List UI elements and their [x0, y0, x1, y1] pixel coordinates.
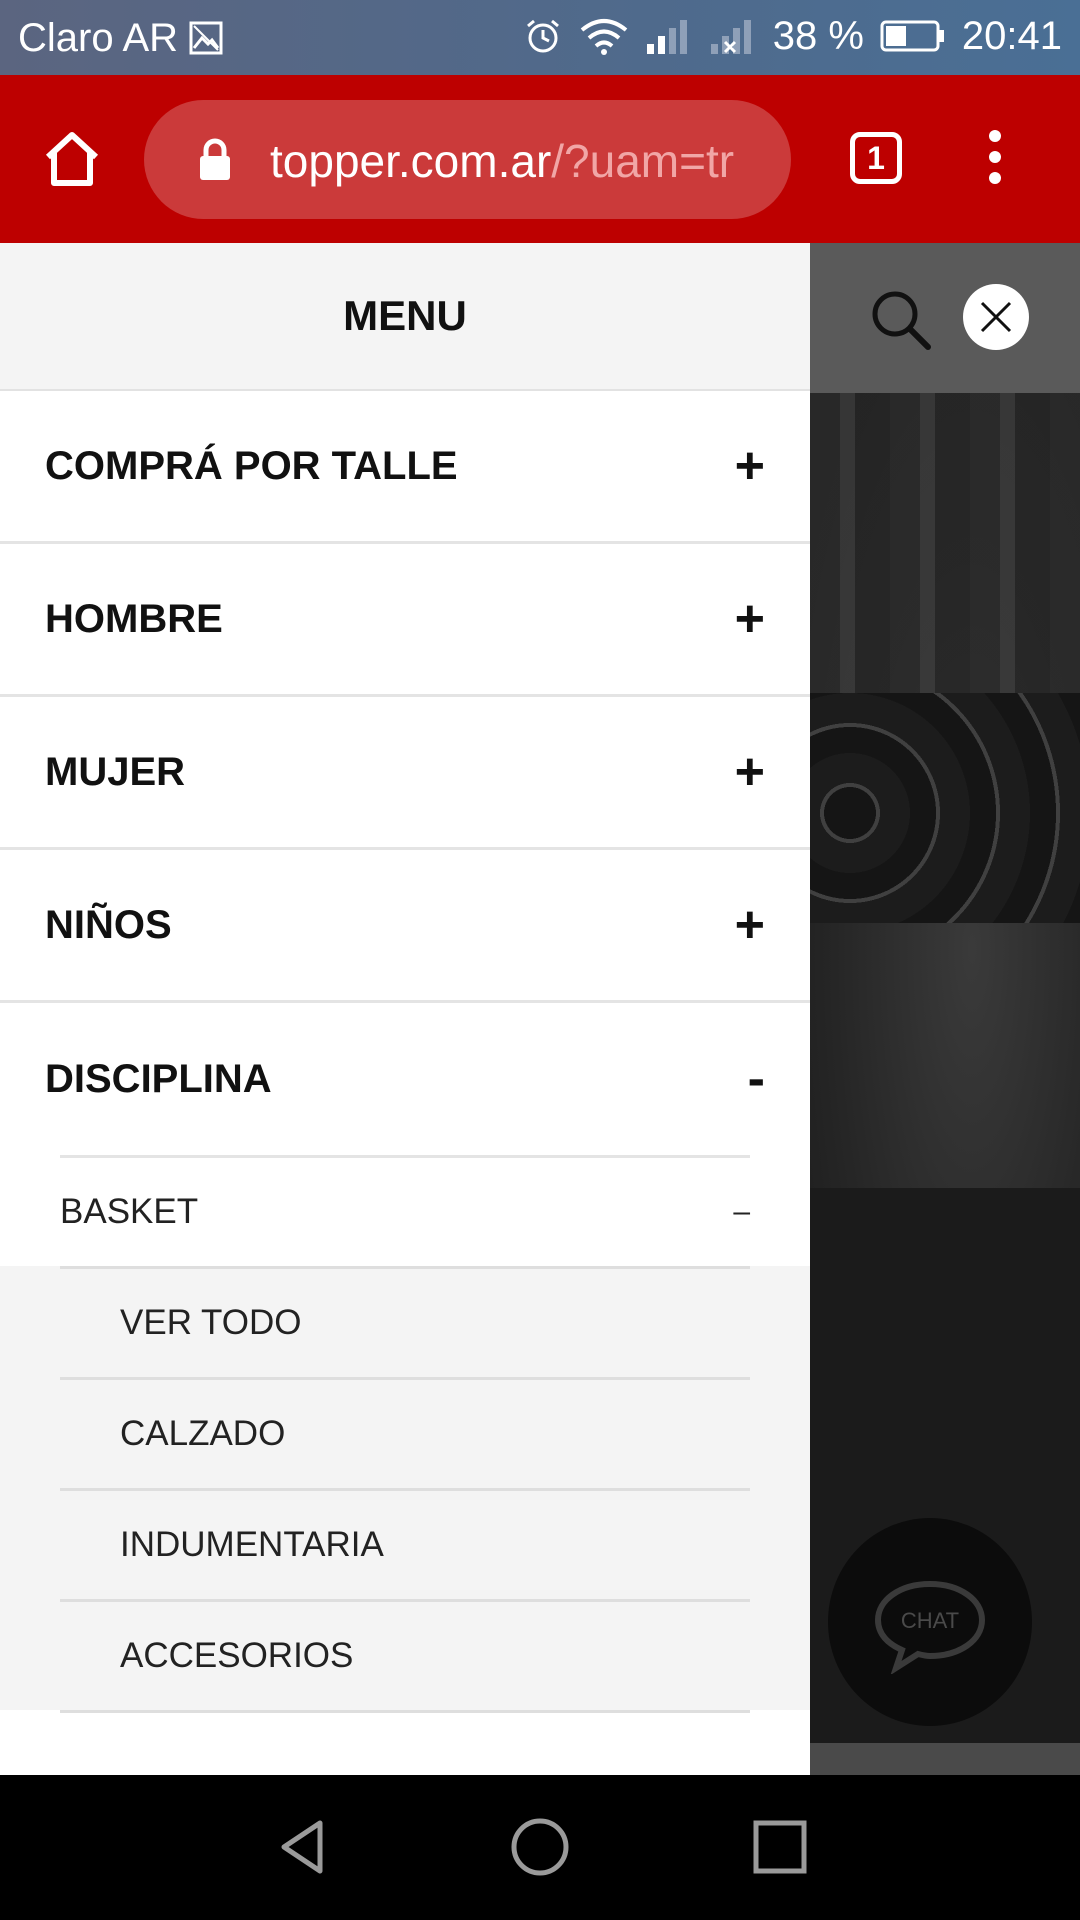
browser-toolbar: topper.com.ar/?uam=tr 1 [0, 75, 1080, 243]
chat-button[interactable]: CHAT [828, 1518, 1032, 1726]
status-bar: Claro AR 38 % 20:41 [0, 0, 1080, 75]
recents-icon[interactable] [748, 1815, 812, 1879]
close-menu-button[interactable] [963, 284, 1029, 350]
home-icon[interactable] [40, 127, 104, 191]
wifi-icon [580, 19, 627, 55]
submenu-link-calzado[interactable]: CALZADO [60, 1377, 750, 1488]
tabs-button[interactable]: 1 [850, 132, 902, 184]
address-bar[interactable]: topper.com.ar/?uam=tr [144, 100, 791, 219]
system-nav-bar [0, 1775, 1080, 1920]
expand-icon[interactable]: + [735, 589, 765, 649]
submenu-link-ver-todo[interactable]: VER TODO [60, 1266, 750, 1377]
chat-label: CHAT [901, 1608, 959, 1633]
expand-icon[interactable]: + [735, 742, 765, 802]
divider [60, 1710, 750, 1713]
menu-item-label: MUJER [45, 749, 186, 794]
expand-icon[interactable]: + [735, 436, 765, 496]
menu-item-label: DISCIPLINA [45, 1056, 272, 1101]
menu-item-disciplina[interactable]: DISCIPLINA - [0, 1003, 810, 1155]
menu-item-label: HOMBRE [45, 596, 223, 641]
overflow-menu-icon[interactable] [980, 130, 1010, 190]
battery-percent: 38 % [772, 14, 864, 58]
drawer-title: MENU [0, 243, 810, 391]
url-text: topper.com.ar/?uam=tr [270, 134, 770, 188]
clock: 20:41 [961, 14, 1062, 58]
submenu-link-accesorios[interactable]: ACCESORIOS [60, 1599, 750, 1710]
collapse-icon[interactable]: – [733, 1195, 750, 1229]
close-icon [980, 301, 1012, 333]
page-header-dimmed [810, 243, 1080, 393]
menu-item-label: COMPRÁ POR TALLE [45, 443, 458, 488]
hero-image-dimmed [810, 393, 1080, 1188]
page-footer-dimmed [810, 1743, 1080, 1775]
battery-icon [880, 20, 944, 52]
menu-item-ninos[interactable]: NIÑOS + [0, 850, 810, 1003]
back-icon[interactable] [270, 1815, 334, 1879]
home-nav-icon[interactable] [508, 1815, 572, 1879]
menu-item-hombre[interactable]: HOMBRE + [0, 544, 810, 697]
side-drawer: MENU COMPRÁ POR TALLE + HOMBRE + MUJER +… [0, 243, 810, 1775]
collapse-icon[interactable]: - [748, 1049, 765, 1109]
menu-item-mujer[interactable]: MUJER + [0, 697, 810, 850]
basket-sublist: VER TODO CALZADO INDUMENTARIA ACCESORIOS [0, 1266, 810, 1710]
url-path: /?uam=tr [551, 135, 735, 187]
search-icon[interactable] [868, 287, 932, 351]
gallery-notification-icon [189, 21, 223, 55]
menu-item-compra-por-talle[interactable]: COMPRÁ POR TALLE + [0, 391, 810, 544]
submenu-item-basket[interactable]: BASKET – [60, 1155, 750, 1266]
tab-count: 1 [867, 139, 885, 176]
submenu-link-indumentaria[interactable]: INDUMENTARIA [60, 1488, 750, 1599]
expand-icon[interactable]: + [735, 895, 765, 955]
carrier-name: Claro AR [18, 16, 179, 60]
signal-icon [646, 20, 687, 54]
menu-item-label: NIÑOS [45, 902, 172, 947]
signal-no-service-icon [710, 20, 751, 54]
submenu-item-label: BASKET [60, 1192, 199, 1231]
url-host: topper.com.ar [270, 135, 552, 187]
alarm-icon [526, 19, 559, 53]
chat-icon: CHAT [874, 1580, 986, 1674]
lock-icon [200, 138, 230, 180]
